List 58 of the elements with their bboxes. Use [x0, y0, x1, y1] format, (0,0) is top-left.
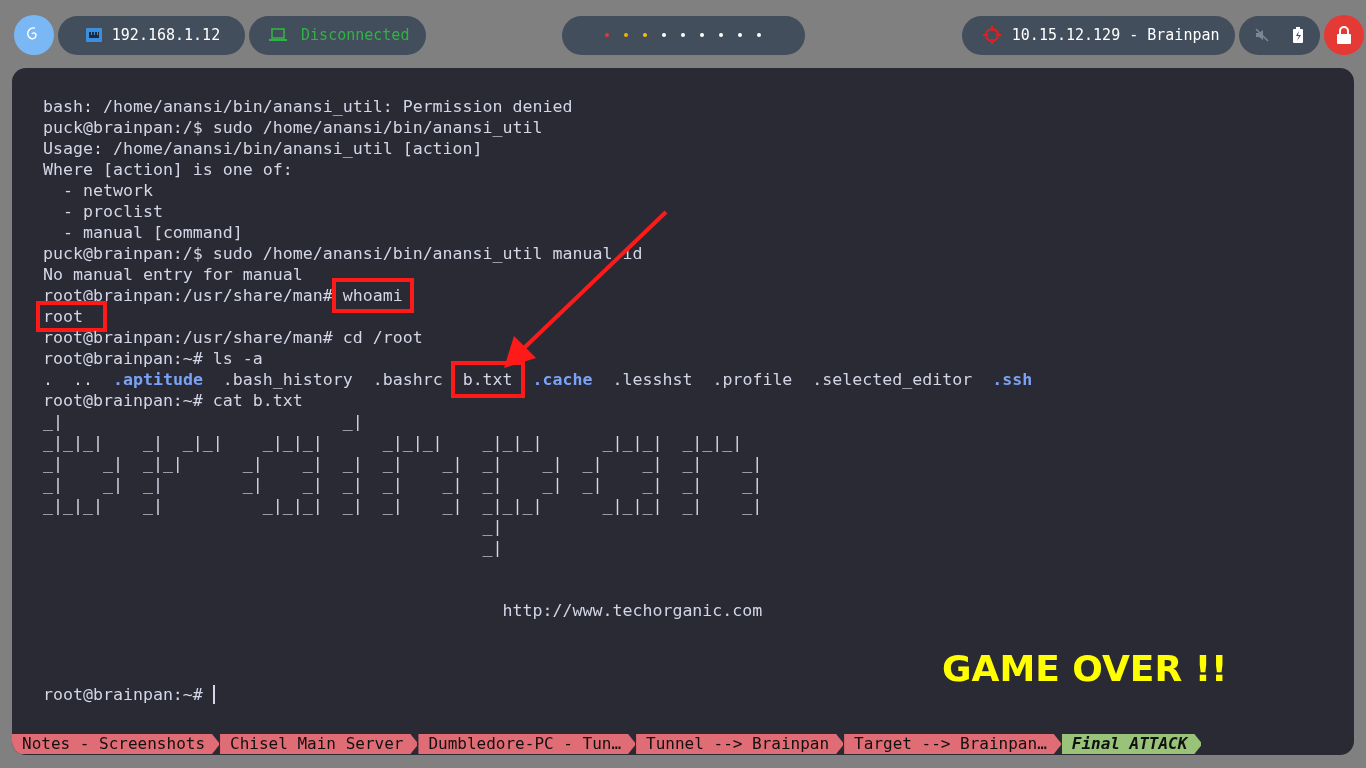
lock-icon — [1336, 26, 1353, 44]
game-over-title: GAME OVER !! — [942, 648, 1228, 689]
workspace-dot[interactable] — [700, 33, 705, 37]
workspace-dot[interactable] — [624, 33, 629, 37]
session-tab[interactable]: Dumbledore-PC - Tun… — [418, 734, 637, 754]
terminal-line: Usage: /home/anansi/bin/anansi_util [action] — [43, 138, 484, 159]
session-tab[interactable]: Chisel Main Server — [220, 734, 419, 754]
session-tab[interactable]: Notes - Screenshots — [12, 734, 221, 754]
ip-address: 192.168.1.12 — [111, 26, 221, 44]
vpn-label: Disconnected — [301, 26, 410, 44]
workspace-dot[interactable] — [757, 33, 762, 37]
ethernet-icon — [85, 27, 102, 43]
terminal-line: _| _| _|_| _| _| _| _| _| _| _| _| _| _| _| — [43, 453, 764, 474]
file-listing-entry: .aptitude — [112, 369, 203, 390]
text-cursor — [212, 685, 215, 704]
file-listing-entry: .profile — [712, 369, 793, 390]
terminal-line: _| _| — [43, 411, 364, 432]
terminal-line: _| — [481, 516, 504, 537]
session-tab[interactable]: Target --> Brainpan… — [844, 734, 1062, 754]
terminal-line: _| — [481, 537, 504, 558]
terminal-line: _| _| _| _| _| _| _| _| _| _| _| _| _| _| — [43, 474, 764, 495]
workspace-dot[interactable] — [681, 33, 686, 37]
file-listing-entry: .ssh — [992, 369, 1033, 390]
terminal-line: Where [action] is one of: — [43, 159, 294, 180]
file-listing-entry: .. — [73, 369, 93, 390]
laptop-icon — [269, 28, 288, 42]
shell-prompt: root@brainpan:~# — [43, 684, 204, 705]
terminal-line: http://www.techorganic.com — [501, 600, 764, 621]
workspace-dot[interactable] — [738, 33, 743, 37]
workspace-dot[interactable] — [643, 33, 648, 37]
file-listing-entry: . — [43, 369, 53, 390]
terminal-line: - network — [61, 180, 154, 201]
lock-button[interactable] — [1324, 15, 1364, 55]
terminal-line: root@brainpan:~# cat b.txt — [43, 390, 304, 411]
battery-icon[interactable] — [1293, 27, 1304, 43]
file-listing-entry: .bashrc — [372, 369, 443, 390]
file-listing-entry: .bash_history — [222, 369, 353, 390]
highlighted-output: root — [36, 301, 107, 332]
workspace-dot[interactable] — [605, 33, 610, 37]
terminal-line: - proclist — [61, 201, 164, 222]
terminal-line: puck@brainpan:/$ sudo /home/anansi/bin/anansi_util — [43, 117, 544, 138]
terminal-line: _|_|_| _| _|_|_| _| _| _| _|_|_| _|_|_| _| _| — [43, 495, 764, 516]
target-label: 10.15.12.129 - Brainpan — [1011, 26, 1220, 44]
terminal-line: _|_|_| _| _|_| _|_|_| _|_|_| _|_|_| _|_|_| _|_|_| — [43, 432, 744, 453]
highlighted-command: whoami — [331, 278, 414, 313]
file-listing-entry: .cache — [532, 369, 593, 390]
terminal-line: - manual [command] — [61, 222, 244, 243]
terminal-line: No manual entry for manual — [43, 264, 304, 285]
file-listing-entry: .lesshst — [612, 369, 693, 390]
terminal-line: bash: /home/anansi/bin/anansi_util: Permission denied — [43, 96, 574, 117]
workspace-dot[interactable] — [719, 33, 724, 37]
session-tab[interactable]: Tunnel --> Brainpan — [636, 734, 845, 754]
crosshair-icon — [981, 25, 1002, 45]
session-tab[interactable]: Final ATTACK — [1061, 734, 1203, 754]
terminal-line: root@brainpan:~# ls -a — [43, 348, 264, 369]
workspace-dot[interactable] — [662, 33, 667, 37]
file-listing-entry: .selected_editor — [812, 369, 973, 390]
debian-logo-button[interactable] — [14, 15, 54, 55]
